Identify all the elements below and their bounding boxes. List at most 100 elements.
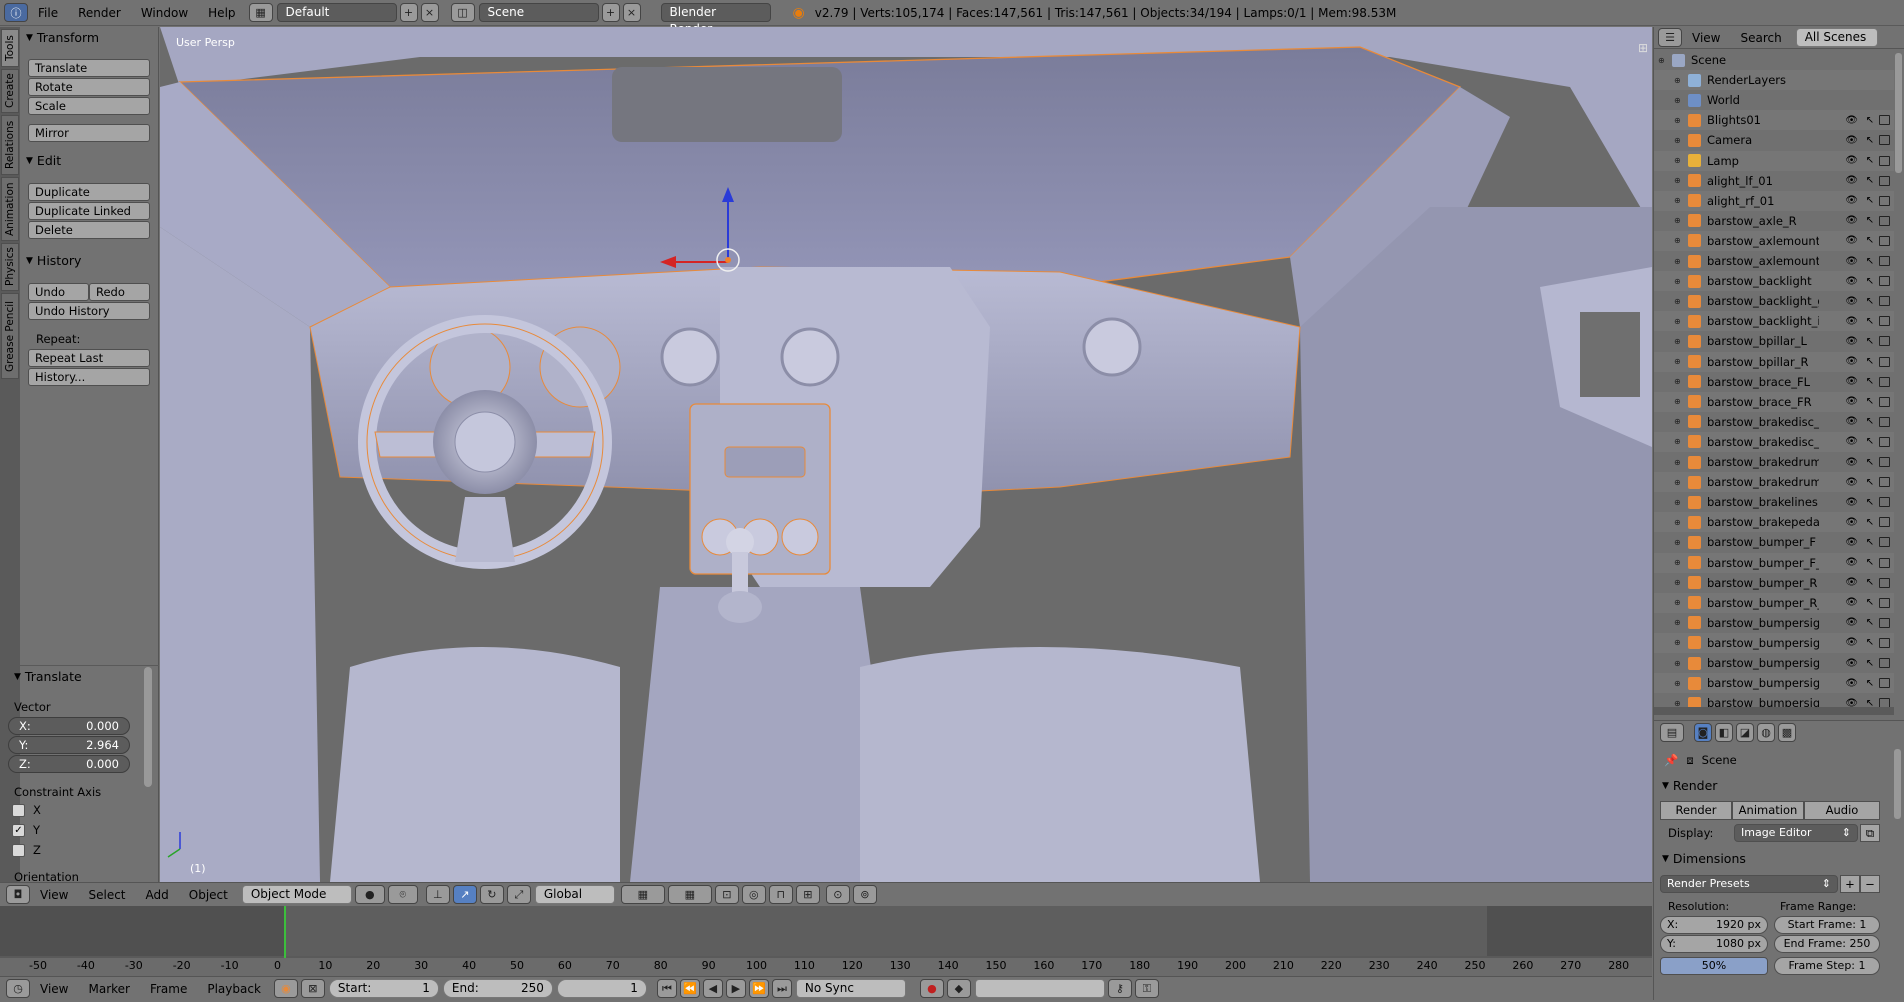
- expand-icon[interactable]: ⊕: [1674, 277, 1684, 286]
- render-camera-icon[interactable]: [1879, 175, 1890, 186]
- selectability-cursor-icon[interactable]: ↖: [1866, 637, 1874, 648]
- render-camera-icon[interactable]: ⊙: [825, 885, 850, 904]
- expand-icon[interactable]: ⊕: [1674, 96, 1684, 105]
- layers-grid-icon-2[interactable]: ▦: [667, 885, 712, 904]
- selectability-cursor-icon[interactable]: ↖: [1866, 376, 1874, 387]
- selectability-cursor-icon[interactable]: ↖: [1866, 115, 1874, 126]
- expand-icon[interactable]: ⊕: [1674, 377, 1684, 386]
- outliner-row[interactable]: ⊕ barstow_brakedisc_FL 👁 ↖: [1654, 412, 1894, 432]
- render-camera-icon[interactable]: [1879, 678, 1890, 689]
- visibility-eye-icon[interactable]: 👁: [1845, 637, 1858, 648]
- undo-history-button[interactable]: Undo History: [28, 302, 150, 320]
- expand-icon[interactable]: ⊕: [1674, 478, 1684, 487]
- proportional-edit-icon[interactable]: ◎: [741, 885, 766, 904]
- playhead[interactable]: [284, 906, 286, 966]
- menu-search[interactable]: Search: [1730, 25, 1791, 51]
- render-camera-icon[interactable]: [1879, 296, 1890, 307]
- outliner-row[interactable]: ⊕ barstow_bumpersignal 👁 ↖: [1654, 613, 1894, 633]
- render-camera-icon[interactable]: [1879, 658, 1890, 668]
- selectability-cursor-icon[interactable]: ↖: [1866, 477, 1874, 488]
- scene-tab-icon[interactable]: ◪: [1736, 722, 1754, 742]
- visibility-eye-icon[interactable]: 👁: [1845, 276, 1858, 287]
- play-reverse-icon[interactable]: ◀: [702, 979, 723, 998]
- selectability-cursor-icon[interactable]: ↖: [1866, 497, 1874, 508]
- selectability-cursor-icon[interactable]: ↖: [1866, 215, 1874, 226]
- preview-range-icon[interactable]: ◉: [273, 979, 298, 998]
- expand-icon[interactable]: ⊕: [1674, 498, 1684, 507]
- outliner-row[interactable]: ⊕ barstow_bpillar_L 👁 ↖: [1654, 331, 1894, 351]
- render-camera-icon[interactable]: [1879, 597, 1890, 608]
- delete-button[interactable]: Delete: [28, 221, 150, 239]
- render-anim-icon[interactable]: ⊚: [852, 885, 877, 904]
- keying-set-field[interactable]: [974, 979, 1105, 998]
- scale-manipulator-icon[interactable]: ⤢: [506, 885, 531, 904]
- expand-icon[interactable]: ⊕: [1674, 337, 1684, 346]
- selectability-cursor-icon[interactable]: ↖: [1866, 577, 1874, 588]
- mode-select[interactable]: Object Mode: [241, 885, 352, 904]
- expand-icon[interactable]: ⊕: [1674, 538, 1684, 547]
- add-preset-icon[interactable]: +: [1840, 875, 1860, 893]
- outliner-row[interactable]: ⊕ barstow_brakedrum_R 👁 ↖: [1654, 452, 1894, 472]
- scale-button[interactable]: Scale: [28, 97, 150, 115]
- expand-icon[interactable]: ⊕: [1674, 397, 1684, 406]
- menu-render[interactable]: Render: [68, 0, 131, 26]
- menu-marker[interactable]: Marker: [78, 976, 139, 1002]
- constraint-z-checkbox[interactable]: Z: [12, 843, 41, 857]
- expand-icon[interactable]: ⊕: [1674, 297, 1684, 306]
- selectability-cursor-icon[interactable]: ↖: [1866, 195, 1874, 206]
- render-camera-icon[interactable]: [1879, 135, 1890, 146]
- render-camera-icon[interactable]: [1879, 497, 1890, 508]
- menu-object[interactable]: Object: [179, 882, 238, 908]
- layout-grid-icon[interactable]: ▦: [248, 3, 273, 22]
- visibility-eye-icon[interactable]: 👁: [1845, 497, 1858, 508]
- layout-add-icon[interactable]: +: [399, 3, 418, 22]
- expand-icon[interactable]: ⊕: [1674, 236, 1684, 245]
- render-camera-icon[interactable]: [1879, 356, 1890, 367]
- expand-icon[interactable]: ⊕: [1674, 76, 1684, 85]
- visibility-eye-icon[interactable]: 👁: [1845, 416, 1858, 427]
- menu-window[interactable]: Window: [131, 0, 198, 26]
- render-tab-icon[interactable]: ◙: [1694, 722, 1712, 742]
- history-button[interactable]: History...: [28, 368, 150, 386]
- visibility-eye-icon[interactable]: 👁: [1845, 235, 1858, 246]
- selectability-cursor-icon[interactable]: ↖: [1866, 436, 1874, 447]
- menu-select[interactable]: Select: [78, 882, 135, 908]
- scene-remove-icon[interactable]: ×: [622, 3, 641, 22]
- expand-icon[interactable]: ⊕: [1674, 176, 1684, 185]
- layout-select[interactable]: Default: [276, 3, 397, 22]
- animation-button[interactable]: Animation: [1732, 801, 1804, 820]
- selectability-cursor-icon[interactable]: ↖: [1866, 316, 1874, 327]
- operator-panel-header[interactable]: ▼ Translate: [14, 669, 82, 684]
- visibility-eye-icon[interactable]: 👁: [1845, 115, 1858, 126]
- outliner-row[interactable]: ⊕ World: [1654, 90, 1894, 110]
- scene-add-icon[interactable]: +: [601, 3, 620, 22]
- outliner-row[interactable]: ⊕ alight_rf_01 👁 ↖: [1654, 190, 1894, 211]
- pivot-icon[interactable]: ⌾: [387, 885, 418, 904]
- visibility-eye-icon[interactable]: 👁: [1845, 155, 1858, 166]
- visibility-eye-icon[interactable]: 👁: [1845, 316, 1858, 327]
- render-camera-icon[interactable]: [1879, 416, 1890, 427]
- expand-icon[interactable]: ⊕: [1674, 518, 1684, 527]
- render-camera-icon[interactable]: [1879, 457, 1890, 467]
- expand-icon[interactable]: ⊕: [1674, 196, 1684, 205]
- expand-icon[interactable]: ⊕: [1674, 136, 1684, 145]
- render-camera-icon[interactable]: [1879, 115, 1890, 126]
- render-camera-icon[interactable]: [1879, 276, 1890, 287]
- selectability-cursor-icon[interactable]: ↖: [1866, 175, 1874, 186]
- menu-view[interactable]: View: [30, 882, 78, 908]
- render-camera-icon[interactable]: [1879, 235, 1890, 246]
- rotate-manipulator-icon[interactable]: ↻: [479, 885, 504, 904]
- selectability-cursor-icon[interactable]: ↖: [1866, 396, 1874, 407]
- selectability-cursor-icon[interactable]: ↖: [1866, 597, 1874, 608]
- render-panel-header[interactable]: ▼ Render: [1662, 778, 1717, 793]
- selectability-cursor-icon[interactable]: ↖: [1866, 256, 1874, 267]
- render-button[interactable]: Render: [1660, 801, 1732, 820]
- outliner-row[interactable]: ⊕ barstow_axle_R 👁 ↖: [1654, 211, 1894, 231]
- expand-icon[interactable]: ⊕: [1674, 216, 1684, 225]
- selectability-cursor-icon[interactable]: ↖: [1866, 537, 1874, 548]
- outliner-row[interactable]: ⊕ barstow_brakedisc_FR 👁 ↖: [1654, 431, 1894, 452]
- selectability-cursor-icon[interactable]: ↖: [1866, 658, 1874, 669]
- timeline-editor-icon[interactable]: ◷: [6, 979, 30, 998]
- visibility-eye-icon[interactable]: 👁: [1845, 135, 1858, 146]
- tab-grease-pencil[interactable]: Grease Pencil: [1, 293, 19, 379]
